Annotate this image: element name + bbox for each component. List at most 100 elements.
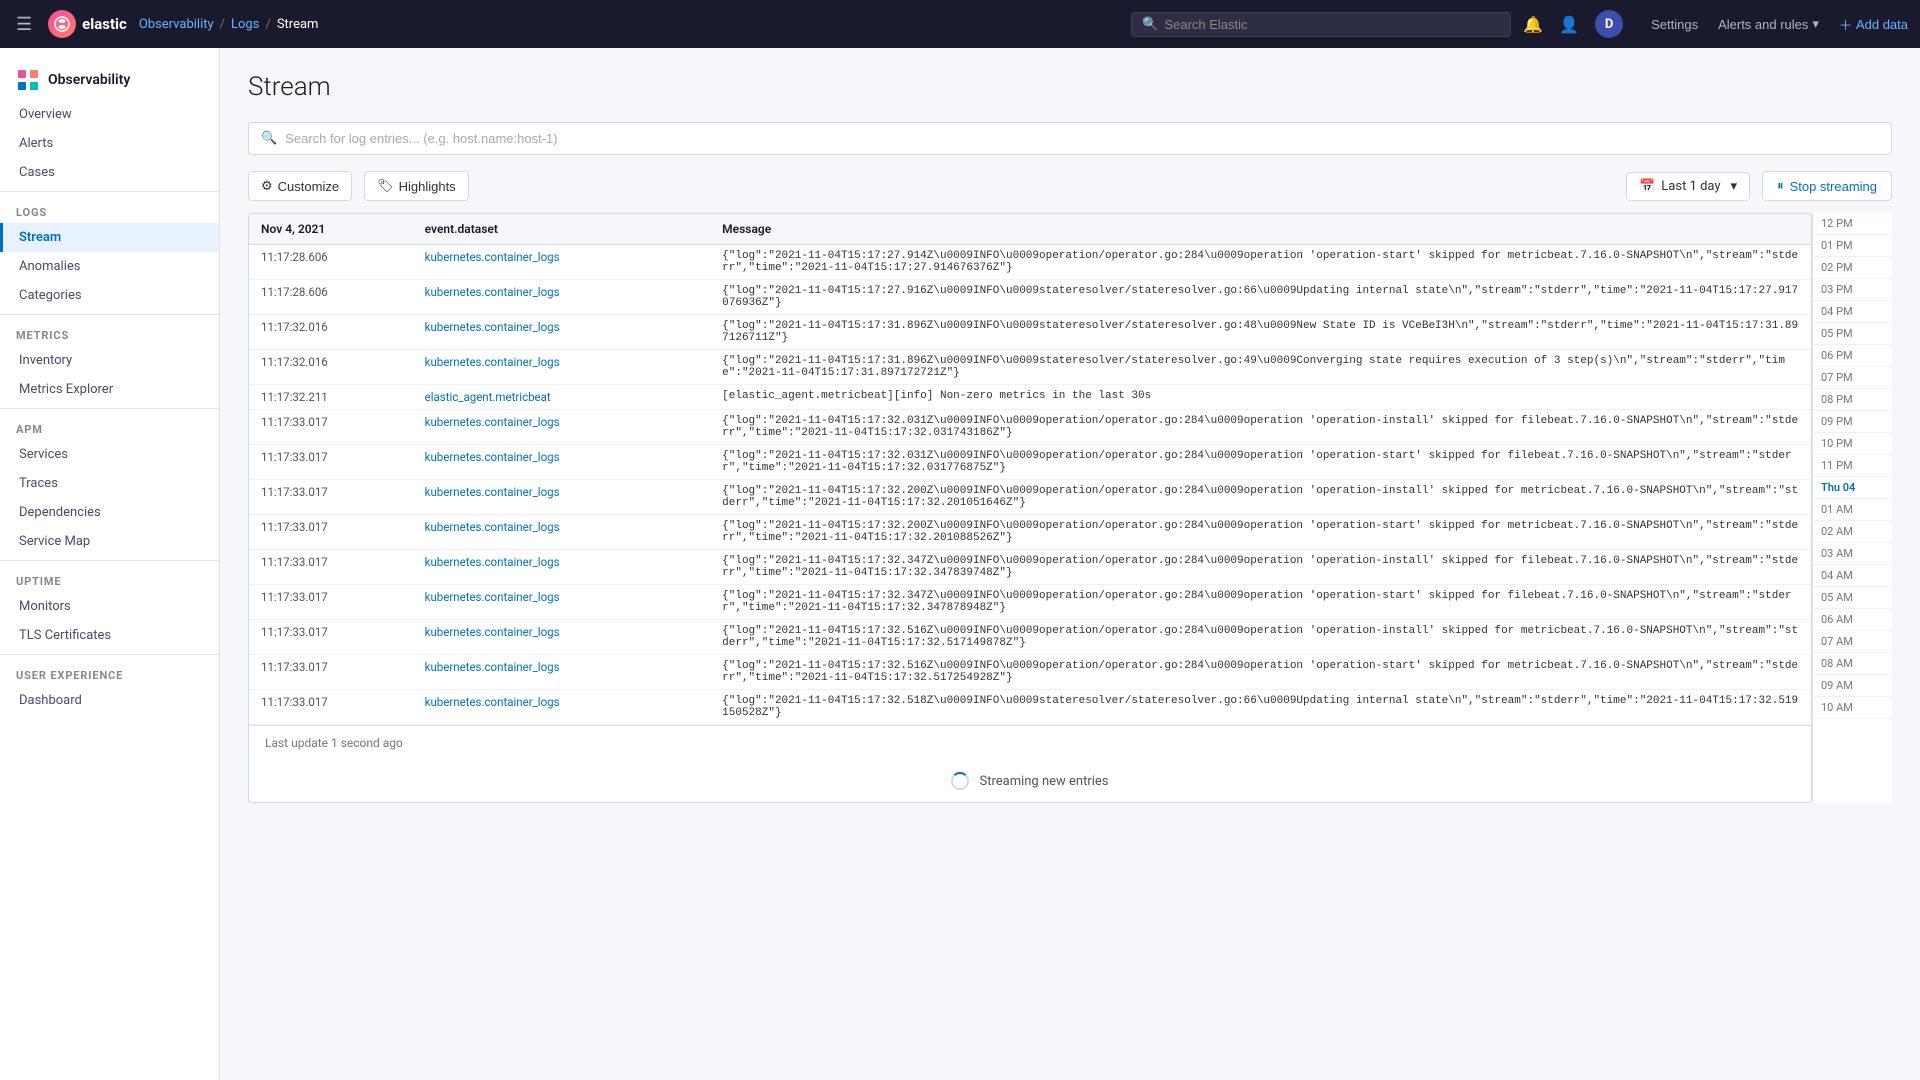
table-row[interactable]: 11:17:33.017kubernetes.container_logs{"l…: [249, 690, 1811, 725]
breadcrumb-observability[interactable]: Observability: [139, 17, 214, 32]
timeline-item[interactable]: 05 PM: [1813, 323, 1892, 345]
search-icon: 🔍: [261, 131, 277, 146]
highlight-icon: 🏷: [377, 178, 394, 194]
sidebar-item-alerts[interactable]: Alerts: [0, 129, 219, 158]
sidebar-item-stream[interactable]: Stream: [0, 223, 219, 252]
log-search-input[interactable]: [285, 131, 1879, 146]
cell-time: 11:17:33.017: [249, 410, 413, 445]
sidebar-item-cases[interactable]: Cases: [0, 158, 219, 187]
timeline-item[interactable]: 07 AM: [1813, 631, 1892, 653]
timeline-item[interactable]: 03 AM: [1813, 543, 1892, 565]
timeline-item[interactable]: 03 PM: [1813, 279, 1892, 301]
sidebar-item-services[interactable]: Services: [0, 440, 219, 469]
cell-dataset: kubernetes.container_logs: [413, 655, 711, 690]
cell-dataset: kubernetes.container_logs: [413, 620, 711, 655]
sidebar-item-label: Dependencies: [19, 505, 101, 520]
timeline-item[interactable]: 04 AM: [1813, 565, 1892, 587]
search-icon: 🔍: [1142, 17, 1158, 32]
sidebar-item-label: Stream: [19, 230, 61, 245]
sidebar-divider-3: [0, 408, 219, 409]
sidebar-divider: [0, 191, 219, 192]
page-title: Stream: [248, 72, 1892, 102]
streaming-footer: Streaming new entries: [249, 760, 1811, 802]
settings-button[interactable]: Settings: [1651, 17, 1698, 32]
timeline-item[interactable]: 04 PM: [1813, 301, 1892, 323]
table-row[interactable]: 11:17:33.017kubernetes.container_logs{"l…: [249, 515, 1811, 550]
timeline-item[interactable]: 10 AM: [1813, 697, 1892, 719]
user-icon[interactable]: 👤: [1559, 15, 1579, 34]
col-dataset: event.dataset: [413, 214, 711, 245]
sidebar-item-traces[interactable]: Traces: [0, 469, 219, 498]
table-row[interactable]: 11:17:33.017kubernetes.container_logs{"l…: [249, 445, 1811, 480]
timeline-item[interactable]: Thu 04: [1813, 477, 1892, 499]
chevron-down-icon: ▾: [1812, 16, 1819, 32]
sidebar-item-dependencies[interactable]: Dependencies: [0, 498, 219, 527]
sidebar-section-ux: User Experience: [0, 659, 219, 686]
sidebar-item-service-map[interactable]: Service Map: [0, 527, 219, 556]
timeline-item[interactable]: 01 PM: [1813, 235, 1892, 257]
table-row[interactable]: 11:17:33.017kubernetes.container_logs{"l…: [249, 410, 1811, 445]
sidebar-item-categories[interactable]: Categories: [0, 281, 219, 310]
notification-icon[interactable]: 🔔: [1523, 15, 1543, 34]
table-row[interactable]: 11:17:32.016kubernetes.container_logs{"l…: [249, 315, 1811, 350]
sidebar-item-label: Dashboard: [19, 693, 82, 708]
timeline-item[interactable]: 12 PM: [1813, 213, 1892, 235]
top-search-bar[interactable]: 🔍: [1131, 12, 1511, 37]
cell-message: {"log":"2021-11-04T15:17:32.200Z\u0009IN…: [710, 480, 1811, 515]
sidebar-item-inventory[interactable]: Inventory: [0, 346, 219, 375]
sidebar-item-anomalies[interactable]: Anomalies: [0, 252, 219, 281]
top-search-input[interactable]: [1164, 17, 1500, 32]
table-row[interactable]: 11:17:33.017kubernetes.container_logs{"l…: [249, 620, 1811, 655]
log-area: Nov 4, 2021 event.dataset Message 11:17:…: [248, 213, 1892, 803]
timeline-item[interactable]: 05 AM: [1813, 587, 1892, 609]
sidebar-item-overview[interactable]: Overview: [0, 100, 219, 129]
cell-dataset: kubernetes.container_logs: [413, 315, 711, 350]
customize-button[interactable]: ⚙ Customize: [248, 171, 352, 201]
date-range-picker[interactable]: 📅 Last 1 day ▾: [1626, 172, 1750, 201]
timeline-item[interactable]: 09 PM: [1813, 411, 1892, 433]
breadcrumb-stream[interactable]: Stream: [277, 17, 319, 32]
alerts-rules-button[interactable]: Alerts and rules ▾: [1718, 16, 1819, 32]
sidebar-item-label: Monitors: [19, 599, 71, 614]
table-row[interactable]: 11:17:33.017kubernetes.container_logs{"l…: [249, 585, 1811, 620]
table-row[interactable]: 11:17:28.606kubernetes.container_logs{"l…: [249, 280, 1811, 315]
timeline-item[interactable]: 08 PM: [1813, 389, 1892, 411]
stop-streaming-button[interactable]: ⏸ Stop streaming: [1762, 171, 1892, 201]
elastic-logo-mark: [48, 10, 76, 38]
cell-dataset: kubernetes.container_logs: [413, 515, 711, 550]
table-row[interactable]: 11:17:33.017kubernetes.container_logs{"l…: [249, 480, 1811, 515]
sidebar-item-label: Inventory: [19, 353, 72, 368]
cell-time: 11:17:33.017: [249, 655, 413, 690]
table-row[interactable]: 11:17:33.017kubernetes.container_logs{"l…: [249, 550, 1811, 585]
add-data-button[interactable]: ＋ Add data: [1839, 15, 1908, 34]
log-search-bar[interactable]: 🔍: [248, 122, 1892, 155]
hamburger-menu[interactable]: ☰: [12, 14, 36, 35]
timeline-item[interactable]: 02 AM: [1813, 521, 1892, 543]
table-row[interactable]: 11:17:28.606kubernetes.container_logs{"l…: [249, 245, 1811, 280]
cell-message: {"log":"2021-11-04T15:17:31.896Z\u0009IN…: [710, 315, 1811, 350]
sidebar-item-dashboard[interactable]: Dashboard: [0, 686, 219, 715]
timeline-item[interactable]: 06 PM: [1813, 345, 1892, 367]
timeline-item[interactable]: 01 AM: [1813, 499, 1892, 521]
breadcrumb-logs[interactable]: Logs: [231, 17, 259, 32]
sidebar-item-monitors[interactable]: Monitors: [0, 592, 219, 621]
nav-right: Settings Alerts and rules ▾ ＋ Add data: [1651, 15, 1908, 34]
timeline-item[interactable]: 07 PM: [1813, 367, 1892, 389]
highlights-button[interactable]: 🏷 Highlights: [364, 171, 469, 201]
timeline-item[interactable]: 02 PM: [1813, 257, 1892, 279]
table-row[interactable]: 11:17:33.017kubernetes.container_logs{"l…: [249, 655, 1811, 690]
cell-dataset: kubernetes.container_logs: [413, 550, 711, 585]
timeline-item[interactable]: 08 AM: [1813, 653, 1892, 675]
pause-icon: ⏸: [1777, 178, 1784, 194]
sidebar-item-metrics-explorer[interactable]: Metrics Explorer: [0, 375, 219, 404]
timeline-item[interactable]: 09 AM: [1813, 675, 1892, 697]
sidebar-item-tls[interactable]: TLS Certificates: [0, 621, 219, 650]
last-update-text: Last update 1 second ago: [265, 736, 403, 750]
table-row[interactable]: 11:17:32.016kubernetes.container_logs{"l…: [249, 350, 1811, 385]
table-row[interactable]: 11:17:32.211elastic_agent.metricbeat[ela…: [249, 385, 1811, 410]
timeline-item[interactable]: 06 AM: [1813, 609, 1892, 631]
timeline-item[interactable]: 11 PM: [1813, 455, 1892, 477]
user-avatar[interactable]: D: [1595, 10, 1623, 38]
cell-message: [elastic_agent.metricbeat][info] Non-zer…: [710, 385, 1811, 410]
timeline-item[interactable]: 10 PM: [1813, 433, 1892, 455]
